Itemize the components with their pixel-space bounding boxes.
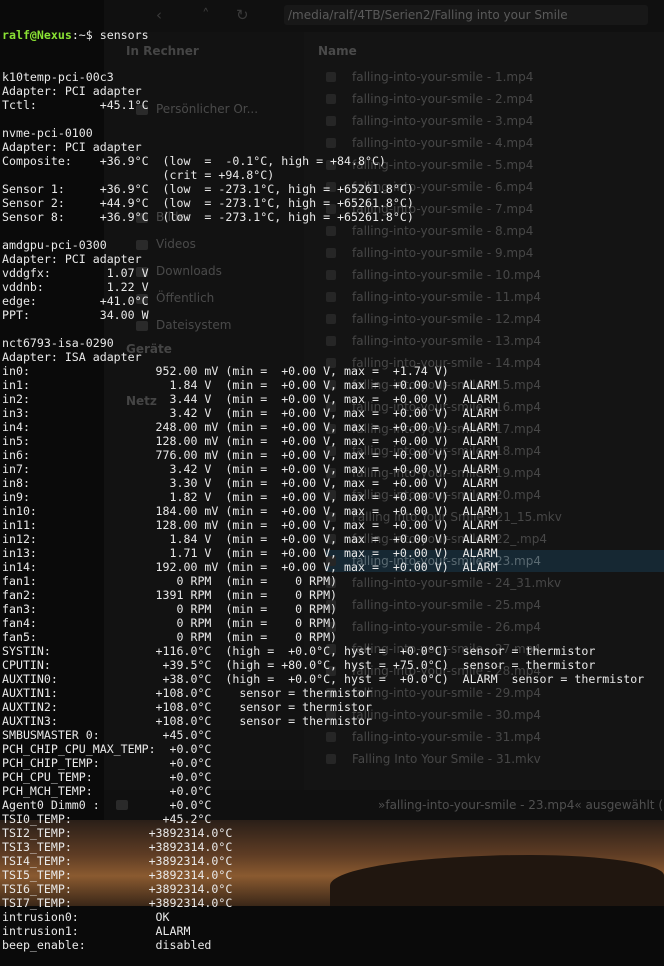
terminal-line: SYSTIN: +116.0°C (high = +0.0°C, hyst = … [2,644,596,658]
terminal-line: AUXTIN0: +38.0°C (high = +0.0°C, hyst = … [2,672,645,686]
terminal-line: intrusion0: OK [2,910,170,924]
terminal-line: in12: 1.84 V (min = +0.00 V, max = +0.00… [2,532,498,546]
prompt-separator: :~$ [71,28,100,42]
terminal-line: AUXTIN1: +108.0°C sensor = thermistor [2,686,372,700]
terminal-line: fan3: 0 RPM (min = 0 RPM) [2,602,338,616]
terminal-line: Adapter: ISA adapter [2,350,142,364]
terminal-line: TSI5_TEMP: +3892314.0°C [2,868,233,882]
terminal-line: k10temp-pci-00c3 [2,70,114,84]
terminal-line: Sensor 1: +36.9°C (low = -273.1°C, high … [2,182,414,196]
terminal-line: fan2: 1391 RPM (min = 0 RPM) [2,588,338,602]
terminal-line: TSI6_TEMP: +3892314.0°C [2,882,233,896]
terminal-line: vddnb: 1.22 V [2,280,149,294]
terminal-line: TSI3_TEMP: +3892314.0°C [2,840,233,854]
command-text: sensors [99,28,149,42]
terminal-line: in8: 3.30 V (min = +0.00 V, max = +0.00 … [2,476,498,490]
terminal-line: fan4: 0 RPM (min = 0 RPM) [2,616,338,630]
terminal-line: in4: 248.00 mV (min = +0.00 V, max = +0.… [2,420,498,434]
terminal-line: PCH_CHIP_TEMP: +0.0°C [2,756,212,770]
terminal-line: Agent0 Dimm0 : +0.0°C [2,798,212,812]
terminal-line: TSI7_TEMP: +3892314.0°C [2,896,233,910]
terminal-line: in14: 192.00 mV (min = +0.00 V, max = +0… [2,560,498,574]
terminal-line: in13: 1.71 V (min = +0.00 V, max = +0.00… [2,546,498,560]
terminal-line: Adapter: PCI adapter [2,252,142,266]
terminal-line: nct6793-isa-0290 [2,336,114,350]
terminal-line: fan5: 0 RPM (min = 0 RPM) [2,630,338,644]
terminal-line: in10: 184.00 mV (min = +0.00 V, max = +0… [2,504,498,518]
terminal-line: SMBUSMASTER 0: +45.0°C [2,728,212,742]
terminal-line: in2: 3.44 V (min = +0.00 V, max = +0.00 … [2,392,498,406]
terminal-line: beep_enable: disabled [2,938,212,952]
terminal-line: TSI4_TEMP: +3892314.0°C [2,854,233,868]
terminal-line: in5: 128.00 mV (min = +0.00 V, max = +0.… [2,434,498,448]
terminal-line: in3: 3.42 V (min = +0.00 V, max = +0.00 … [2,406,498,420]
terminal-line: PCH_CHIP_CPU_MAX_TEMP: +0.0°C [2,742,212,756]
terminal-line: TSI2_TEMP: +3892314.0°C [2,826,233,840]
terminal-line: Composite: +36.9°C (low = -0.1°C, high =… [2,154,386,168]
terminal-line: intrusion1: ALARM [2,924,191,938]
terminal-line: (crit = +94.8°C) [2,168,275,182]
terminal-line: amdgpu-pci-0300 [2,238,107,252]
terminal-line: TSI0_TEMP: +45.2°C [2,812,212,826]
terminal-line: PCH_CPU_TEMP: +0.0°C [2,770,212,784]
terminal-line: PCH_MCH_TEMP: +0.0°C [2,784,212,798]
terminal-line: vddgfx: 1.07 V [2,266,149,280]
terminal-line: Sensor 8: +36.9°C (low = -273.1°C, high … [2,210,414,224]
terminal-line: AUXTIN3: +108.0°C sensor = thermistor [2,714,372,728]
terminal-line: Adapter: PCI adapter [2,140,142,154]
terminal-line: AUXTIN2: +108.0°C sensor = thermistor [2,700,372,714]
prompt-line: ralf@Nexus:~$ sensors [2,28,664,42]
terminal-line: Sensor 2: +44.9°C (low = -273.1°C, high … [2,196,414,210]
terminal-line: PPT: 34.00 W [2,308,149,322]
terminal-line: edge: +41.0°C [2,294,149,308]
terminal-line: in6: 776.00 mV (min = +0.00 V, max = +0.… [2,448,498,462]
terminal-line: in7: 3.42 V (min = +0.00 V, max = +0.00 … [2,462,498,476]
terminal-line: in0: 952.00 mV (min = +0.00 V, max = +1.… [2,364,449,378]
terminal-line: nvme-pci-0100 [2,126,93,140]
terminal-line: in1: 1.84 V (min = +0.00 V, max = +0.00 … [2,378,498,392]
terminal-line: Tctl: +45.1°C [2,98,149,112]
terminal-line: in9: 1.82 V (min = +0.00 V, max = +0.00 … [2,490,498,504]
prompt-user: ralf@Nexus [2,28,72,42]
terminal-line: Adapter: PCI adapter [2,84,142,98]
terminal-line: CPUTIN: +39.5°C (high = +80.0°C, hyst = … [2,658,596,672]
terminal-output[interactable]: ralf@Nexus:~$ sensors k10temp-pci-00c3 Ad… [2,0,664,952]
terminal-line: in11: 128.00 mV (min = +0.00 V, max = +0… [2,518,498,532]
terminal-line: fan1: 0 RPM (min = 0 RPM) [2,574,338,588]
